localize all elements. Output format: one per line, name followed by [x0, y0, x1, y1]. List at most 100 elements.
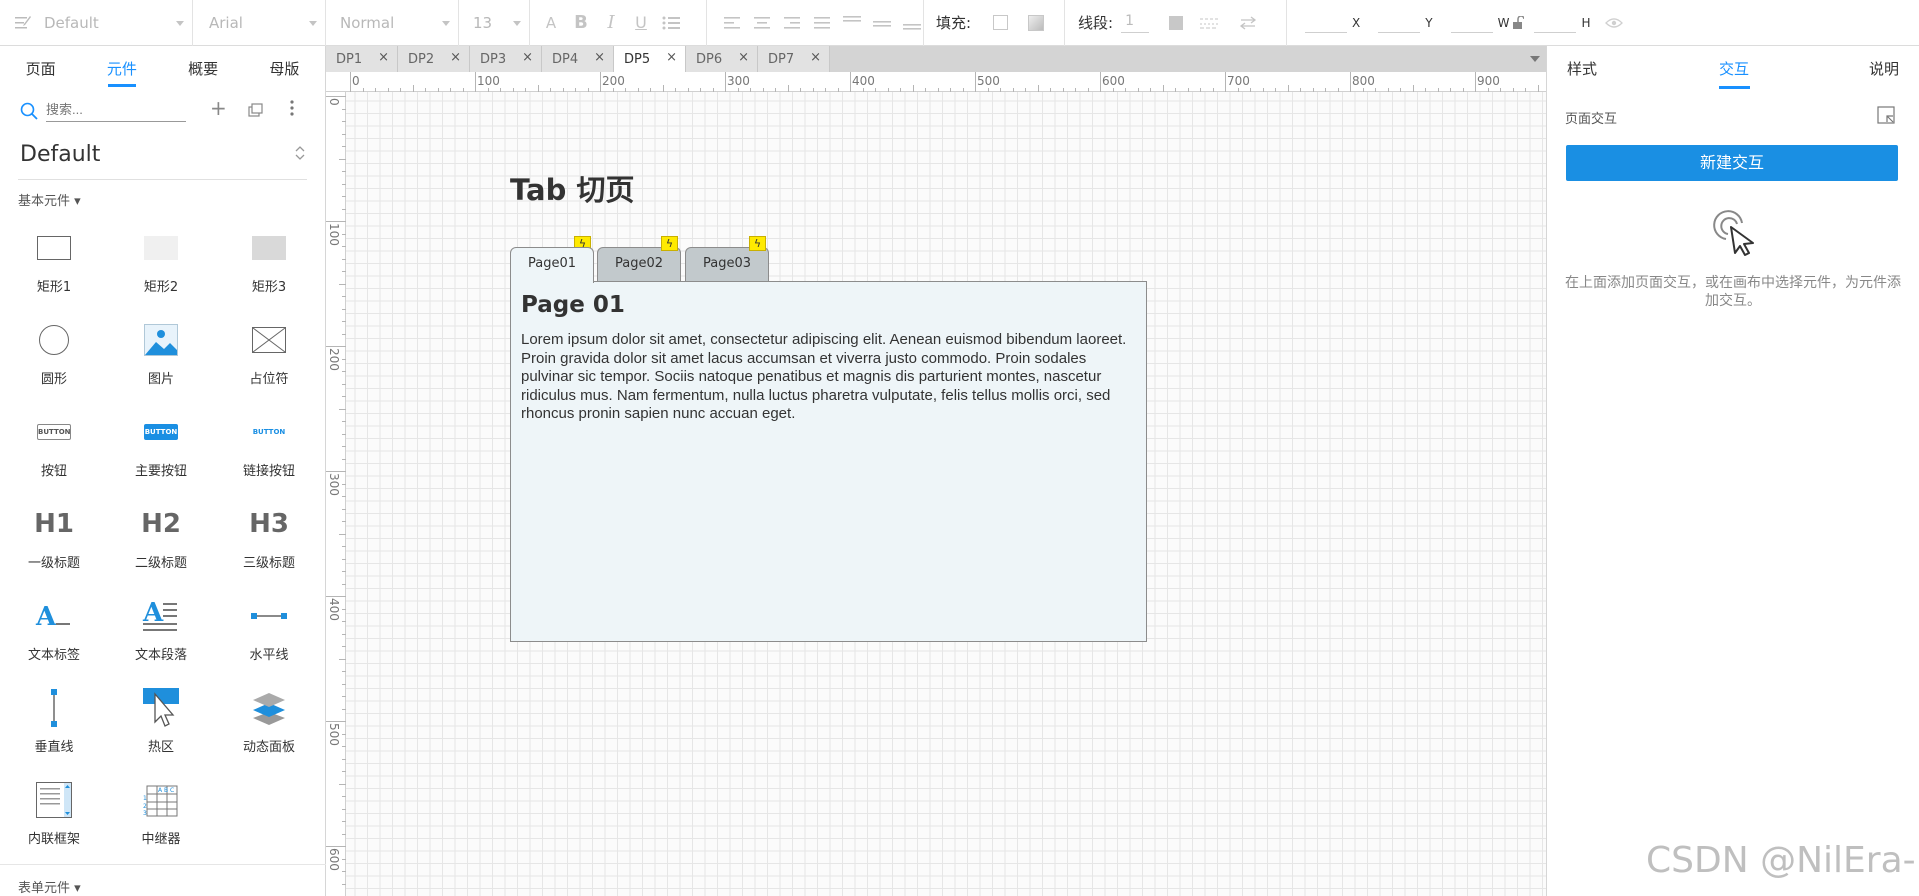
- font-size-select[interactable]: 13: [459, 0, 529, 46]
- widget-heading-3[interactable]: H3 三级标题: [215, 502, 323, 594]
- widget-label: 一级标题: [27, 556, 80, 571]
- align-center-icon[interactable]: [750, 11, 774, 35]
- page-tab[interactable]: DP4 ×: [542, 46, 614, 72]
- line-pattern-icon[interactable]: [1197, 11, 1221, 35]
- align-top-icon[interactable]: [840, 11, 864, 35]
- close-icon[interactable]: ×: [738, 50, 749, 65]
- widget-placeholder[interactable]: 占位符: [215, 318, 323, 410]
- widget-horizontal-line[interactable]: 水平线: [215, 594, 323, 686]
- align-justify-icon[interactable]: [810, 11, 834, 35]
- ruler-tick: [1350, 72, 1351, 92]
- bullet-list-icon[interactable]: [659, 11, 683, 35]
- page-tab[interactable]: DP6 ×: [686, 46, 758, 72]
- more-options-icon[interactable]: [290, 100, 294, 120]
- form-widgets-header[interactable]: 表单元件 ▾: [18, 877, 81, 896]
- underline-icon[interactable]: U: [629, 11, 653, 35]
- widget-dynamic-panel[interactable]: 动态面板: [215, 686, 323, 778]
- close-icon[interactable]: ×: [594, 50, 605, 65]
- shadow-icon[interactable]: [1028, 14, 1045, 31]
- widget-primary-button[interactable]: BUTTON 主要按钮: [107, 410, 215, 502]
- widget-label: 文本标签: [27, 648, 80, 663]
- tab-widgets[interactable]: 元件: [81, 46, 162, 92]
- x-input[interactable]: [1305, 13, 1347, 33]
- widget-label: 矩形3: [251, 280, 287, 295]
- widget-text-label[interactable]: A 文本标签: [0, 594, 108, 686]
- line-color-swatch[interactable]: [1169, 15, 1184, 30]
- search-input[interactable]: [46, 98, 186, 122]
- font-select[interactable]: Arial: [193, 0, 325, 46]
- widget-rectangle-1[interactable]: 矩形1: [0, 226, 108, 318]
- widget-inline-frame[interactable]: 内联框架: [0, 778, 108, 870]
- widget-button[interactable]: BUTTON 按钮: [0, 410, 108, 502]
- y-input[interactable]: [1378, 13, 1421, 33]
- tab-style[interactable]: 样式: [1567, 46, 1597, 92]
- interaction-lightning-icon[interactable]: ϟ: [661, 236, 678, 251]
- height-input[interactable]: [1534, 13, 1577, 33]
- align-right-icon[interactable]: [780, 11, 804, 35]
- text-label-icon: A: [32, 594, 76, 638]
- tab-list-dropdown-icon[interactable]: [1530, 56, 1540, 62]
- italic-icon[interactable]: I: [599, 11, 623, 35]
- library-select[interactable]: Default: [18, 132, 307, 180]
- copy-icon[interactable]: [248, 102, 264, 121]
- align-left-icon[interactable]: [720, 11, 744, 35]
- close-icon[interactable]: ×: [522, 50, 533, 65]
- line-width-input[interactable]: 1: [1121, 13, 1150, 33]
- ruler-tick: [339, 533, 346, 535]
- widget-ellipse[interactable]: 圆形: [0, 318, 108, 410]
- widget-heading-2[interactable]: H2 二级标题: [107, 502, 215, 594]
- width-input[interactable]: [1450, 13, 1493, 33]
- page-tab[interactable]: DP2 ×: [398, 46, 470, 72]
- interaction-lightning-icon[interactable]: ϟ: [749, 236, 766, 251]
- widget-vertical-line[interactable]: 垂直线: [0, 686, 108, 778]
- interactions-hint: 在上面添加页面交互，或在画布中选择元件，为元件添加交互。: [1565, 275, 1901, 309]
- close-icon[interactable]: ×: [378, 50, 389, 65]
- font-weight-select[interactable]: Normal: [326, 0, 458, 46]
- widget-rectangle-3[interactable]: 矩形3: [215, 226, 323, 318]
- canvas-page-title[interactable]: Tab 切页: [510, 167, 634, 209]
- font-color-icon[interactable]: A: [539, 11, 563, 35]
- ruler-label: 500: [977, 74, 1000, 88]
- widget-link-button[interactable]: BUTTON 链接按钮: [215, 410, 323, 502]
- tab-outline[interactable]: 概要: [163, 46, 244, 92]
- page-tab-active[interactable]: DP5 ×: [614, 46, 686, 72]
- canvas-tab-page03[interactable]: Page03: [685, 247, 769, 281]
- widget-heading-1[interactable]: H1 一级标题: [0, 502, 108, 594]
- widget-repeater[interactable]: A B C 123 中继器: [107, 778, 215, 870]
- page-tab[interactable]: DP1 ×: [326, 46, 398, 72]
- image-icon: [139, 318, 183, 362]
- close-icon[interactable]: ×: [810, 50, 821, 65]
- page-tab[interactable]: DP3 ×: [470, 46, 542, 72]
- eye-icon[interactable]: [1602, 11, 1626, 35]
- tab-pages[interactable]: 页面: [0, 46, 81, 92]
- w-label: W: [1497, 15, 1510, 30]
- close-icon[interactable]: ×: [666, 50, 677, 65]
- unlock-icon[interactable]: [1511, 11, 1525, 35]
- new-interaction-button[interactable]: 新建交互: [1566, 145, 1898, 181]
- tab-masters[interactable]: 母版: [244, 46, 325, 92]
- align-middle-icon[interactable]: [870, 11, 894, 35]
- tab-content-panel[interactable]: Page 01 Lorem ipsum dolor sit amet, cons…: [510, 281, 1147, 642]
- align-bottom-icon[interactable]: [900, 11, 924, 35]
- widget-text-paragraph[interactable]: A 文本段落: [107, 594, 215, 686]
- expand-icon[interactable]: [1877, 106, 1895, 128]
- arrow-style-icon[interactable]: [1236, 11, 1260, 35]
- basic-widgets-header[interactable]: 基本元件 ▾: [18, 190, 81, 209]
- ruler-label: 500: [327, 723, 341, 746]
- fill-color-swatch[interactable]: [993, 15, 1009, 30]
- inline-frame-icon: [32, 778, 76, 822]
- ruler-tick: [326, 471, 346, 472]
- canvas-tab-page02[interactable]: Page02: [597, 247, 681, 281]
- widget-hotspot[interactable]: 热区: [107, 686, 215, 778]
- ruler-tick: [975, 72, 976, 92]
- canvas-tab-page01[interactable]: Page01: [510, 247, 594, 283]
- close-icon[interactable]: ×: [450, 50, 461, 65]
- bold-icon[interactable]: B: [569, 11, 593, 35]
- style-select[interactable]: Default: [0, 0, 192, 46]
- page-tab[interactable]: DP7 ×: [758, 46, 830, 72]
- tab-notes[interactable]: 说明: [1869, 46, 1899, 92]
- widget-image[interactable]: 图片: [107, 318, 215, 410]
- y-label: Y: [1425, 15, 1433, 30]
- widget-rectangle-2[interactable]: 矩形2: [107, 226, 215, 318]
- add-library-icon[interactable]: +: [210, 96, 227, 120]
